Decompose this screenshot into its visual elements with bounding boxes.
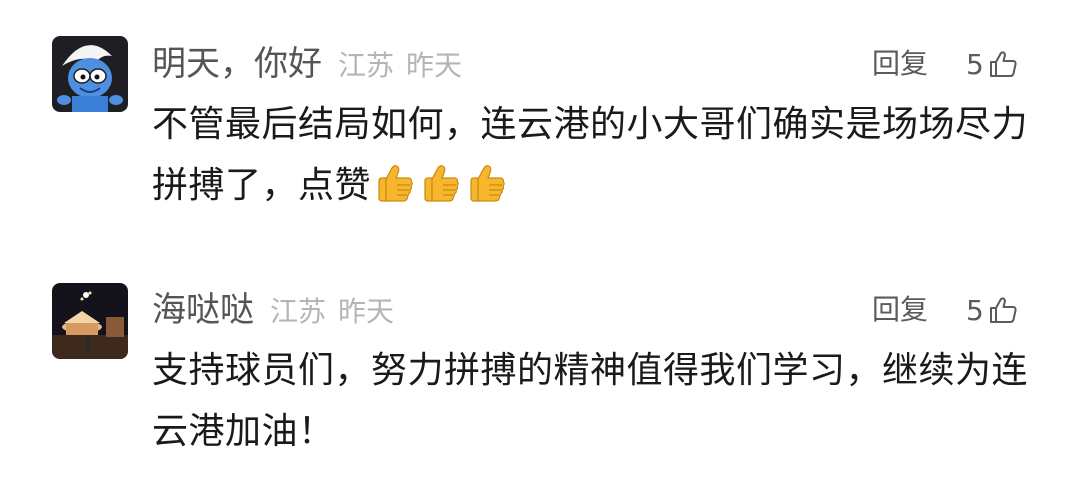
thumbs-up-emoji xyxy=(465,161,509,224)
comment-text: 不管最后结局如何，连云港的小大哥们确实是场场尽力拼搏了，点赞 xyxy=(152,94,1032,224)
comment-header: 海哒哒 江苏 昨天 xyxy=(152,290,394,332)
time-label: 昨天 xyxy=(338,295,395,328)
location-label: 江苏 xyxy=(270,295,327,328)
reply-button[interactable]: 回复 xyxy=(872,44,928,84)
thumbs-up-emoji xyxy=(373,161,417,224)
thumbs-up-icon xyxy=(989,297,1017,323)
location-label: 江苏 xyxy=(338,49,395,82)
reply-button[interactable]: 回复 xyxy=(872,290,928,330)
smurf-avatar-image xyxy=(52,36,128,112)
like-count: 5 xyxy=(966,47,984,81)
comment-header: 明天，你好 江苏 昨天 xyxy=(152,44,462,86)
like-button[interactable]: 5 xyxy=(966,290,1018,330)
like-count: 5 xyxy=(966,293,984,327)
thumbs-up-emoji xyxy=(419,161,463,224)
comment-text: 支持球员们，努力拼搏的精神值得我们学习，继续为连云港加油！ xyxy=(152,340,1032,462)
user-avatar[interactable] xyxy=(52,283,128,359)
comment-meta: 江苏 昨天 xyxy=(270,292,394,332)
comment-text-content: 支持球员们，努力拼搏的精神值得我们学习，继续为连云港加油！ xyxy=(152,350,1029,452)
username[interactable]: 明天，你好 xyxy=(152,44,322,84)
user-avatar[interactable] xyxy=(52,36,128,112)
username[interactable]: 海哒哒 xyxy=(152,290,254,330)
comment-meta: 江苏 昨天 xyxy=(338,46,462,86)
time-label: 昨天 xyxy=(406,49,463,82)
night-carousel-avatar-image xyxy=(52,283,128,359)
thumbs-up-icon xyxy=(989,51,1017,77)
like-button[interactable]: 5 xyxy=(966,44,1018,84)
comment-text-content: 不管最后结局如何，连云港的小大哥们确实是场场尽力拼搏了，点赞 xyxy=(152,104,1029,206)
emoji-row xyxy=(371,165,509,206)
